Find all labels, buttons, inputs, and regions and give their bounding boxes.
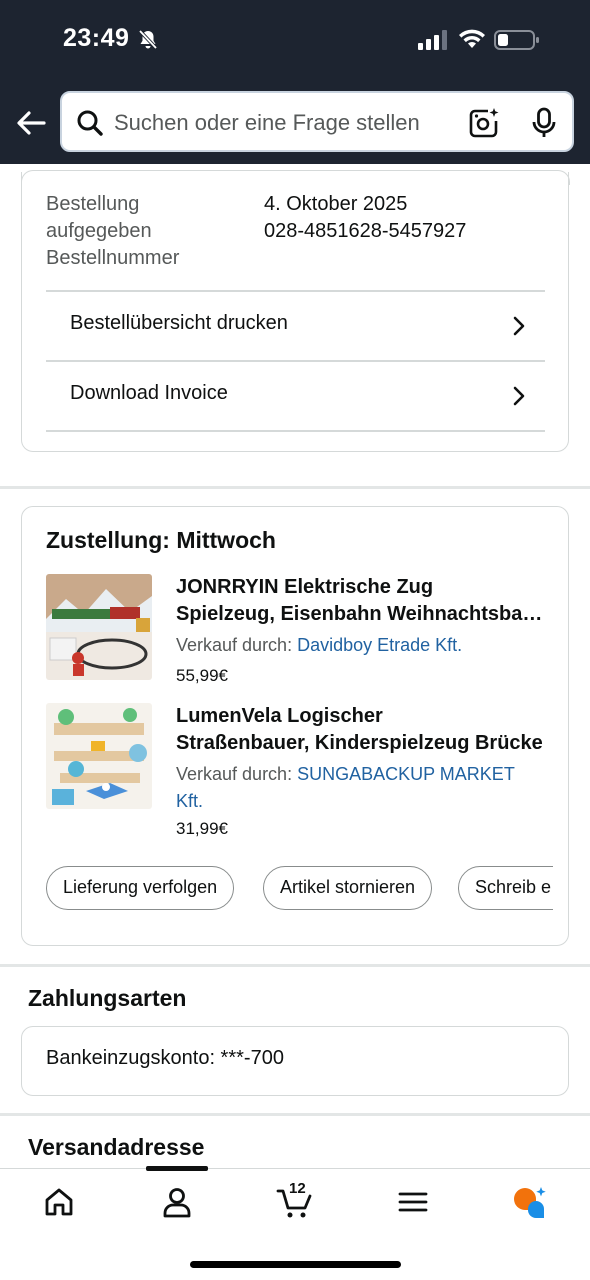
order-date: 4. Oktober 2025 (264, 193, 408, 215)
battery-icon (494, 30, 539, 50)
divider (46, 430, 545, 432)
payment-title: Zahlungsarten (28, 985, 187, 1011)
section-separator (0, 486, 590, 489)
seller-line: Verkauf durch: SUNGABACKUP MARKET Kft. (176, 764, 515, 811)
action-buttons-strip: Lieferung verfolgen Artikel stornieren S… (46, 866, 553, 912)
section-separator (0, 964, 590, 967)
order-placed-label-line2: aufgegeben (46, 220, 152, 242)
section-separator (0, 1113, 590, 1116)
product-title[interactable]: JONRRYIN Elektrische Zug Spielzeug, Eise… (176, 574, 548, 628)
cancel-items-button[interactable]: Artikel stornieren (263, 866, 433, 910)
track-delivery-button[interactable]: Lieferung verfolgen (46, 866, 235, 910)
download-invoice-row[interactable]: Download Invoice (46, 362, 545, 430)
download-invoice-label: Download Invoice (70, 382, 228, 404)
home-icon[interactable] (42, 1185, 76, 1219)
active-tab-indicator (146, 1166, 208, 1171)
write-review-button[interactable]: Schreib e (458, 866, 553, 910)
order-number-label: Bestellnummer (46, 247, 180, 269)
seller-link-cont[interactable]: Kft. (176, 791, 203, 811)
bell-muted-icon (138, 29, 158, 50)
order-item[interactable]: LumenVela Logischer Straßenbauer, Kinder… (46, 703, 551, 843)
payment-card: Bankeinzugskonto: ***-700 (21, 1026, 569, 1096)
seller-line: Verkauf durch: Davidboy Etrade Kft. (176, 635, 463, 655)
product-price: 55,99€ (176, 666, 228, 685)
seller-link[interactable]: Davidboy Etrade Kft. (297, 635, 462, 655)
order-placed-label-line1: Bestellung (46, 193, 140, 215)
order-item[interactable]: JONRRYIN Elektrische Zug Spielzeug, Eise… (46, 574, 551, 689)
signal-icon (418, 30, 447, 50)
status-time: 23:49 (63, 24, 130, 52)
back-arrow-icon[interactable] (14, 106, 48, 140)
search-icon (77, 110, 103, 136)
microphone-icon[interactable] (530, 107, 558, 139)
order-info-card: Bestellung aufgegeben Bestellnummer 4. O… (20, 170, 570, 452)
delivery-title: Zustellung: Mittwoch (46, 527, 276, 553)
search-placeholder: Suchen oder eine Frage stellen (114, 110, 420, 135)
order-number: 028-4851628-5457927 (264, 220, 467, 242)
wifi-icon (459, 29, 485, 48)
product-image-train[interactable] (46, 574, 152, 680)
product-price: 31,99€ (176, 819, 228, 838)
home-indicator (190, 1261, 401, 1268)
shipping-title: Versandadresse (28, 1134, 205, 1160)
account-icon[interactable] (160, 1185, 194, 1219)
cart-count-badge: 12 (289, 1180, 306, 1197)
seller-link[interactable]: SUNGABACKUP MARKET (297, 764, 515, 784)
menu-icon[interactable] (396, 1185, 430, 1219)
chevron-right-icon (513, 316, 525, 336)
delivery-card: Zustellung: Mittwoch JONRRYIN Elektrisch… (21, 506, 569, 946)
print-summary-row[interactable]: Bestellübersicht drucken (46, 292, 545, 360)
rufus-assistant-icon[interactable] (510, 1185, 548, 1219)
product-title[interactable]: LumenVela Logischer Straßenbauer, Kinder… (176, 703, 548, 757)
top-bar: 23:49 Suchen oder eine Frage stellen (0, 0, 590, 164)
chevron-right-icon (513, 386, 525, 406)
payment-method: Bankeinzugskonto: ***-700 (46, 1047, 284, 1069)
search-input[interactable]: Suchen oder eine Frage stellen (60, 91, 574, 152)
print-summary-label: Bestellübersicht drucken (70, 312, 288, 334)
product-image-road-builder[interactable] (46, 703, 152, 809)
camera-lens-icon[interactable] (468, 107, 500, 139)
